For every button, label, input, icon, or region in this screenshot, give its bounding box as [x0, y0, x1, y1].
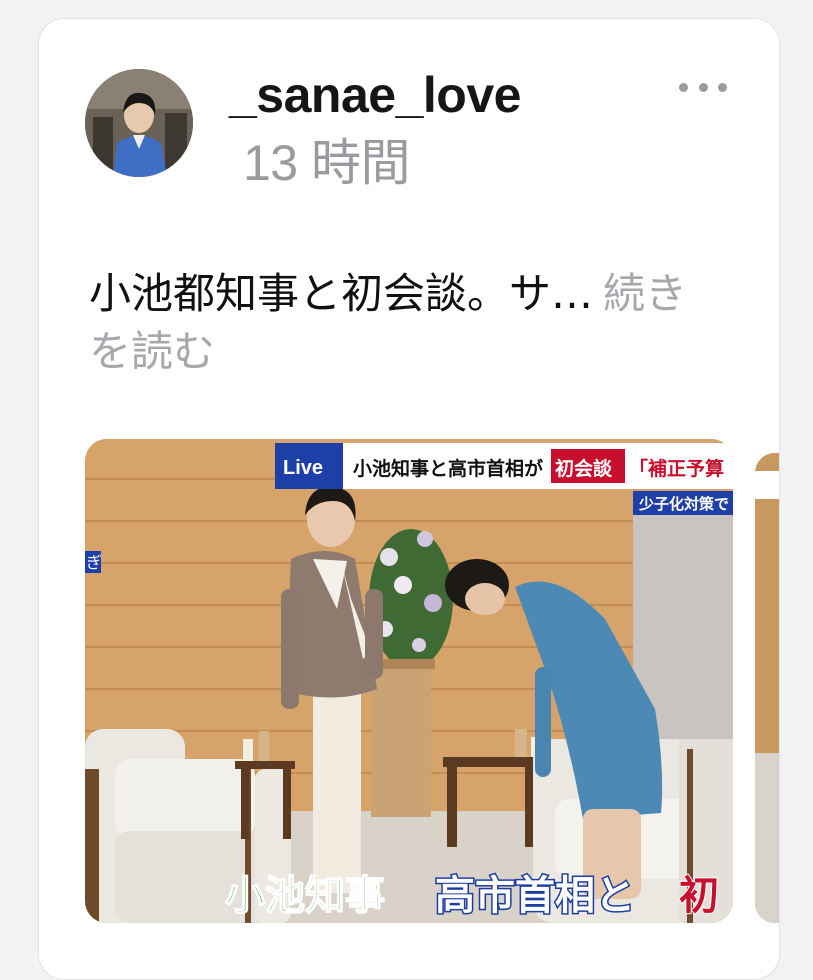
ellipsis-icon — [698, 82, 708, 92]
caption-left: 小池知事 — [225, 873, 385, 919]
caption-right-white: 高市首相と — [435, 873, 635, 919]
live-label: Live — [283, 457, 323, 479]
post-timestamp: 13 時間 — [243, 135, 411, 191]
post-text: 小池都知事と初会談。サ… — [89, 269, 594, 318]
more-options-button[interactable] — [679, 75, 727, 99]
headline-suffix: 「補正予算 — [629, 457, 724, 480]
username-link[interactable]: _sanae_love — [229, 67, 521, 123]
avatar[interactable] — [85, 69, 193, 177]
headline-highlight: 初会談 — [555, 457, 613, 480]
sub-headline: 少子化対策で — [638, 495, 729, 513]
next-image-peek[interactable] — [755, 453, 779, 923]
ellipsis-icon — [679, 82, 688, 92]
post-header: _sanae_love 13 時間 — [229, 61, 559, 197]
ellipsis-icon — [718, 82, 727, 92]
caption-right-red: 初 — [679, 873, 719, 919]
left-edge-text: ぎ — [86, 553, 102, 572]
post-card: _sanae_love 13 時間 小池都知事と初会談。サ… 続きを読む ぎ Li… — [38, 18, 780, 980]
post-image[interactable]: ぎ Live 小池知事と高市首相が 初会談 「補正予算 少子化対策で 小池知事 … — [85, 439, 733, 923]
post-body: 小池都知事と初会談。サ… 続きを読む — [89, 265, 729, 381]
profile-photo-icon — [85, 69, 193, 177]
headline-prefix: 小池知事と高市首相が — [353, 457, 543, 480]
